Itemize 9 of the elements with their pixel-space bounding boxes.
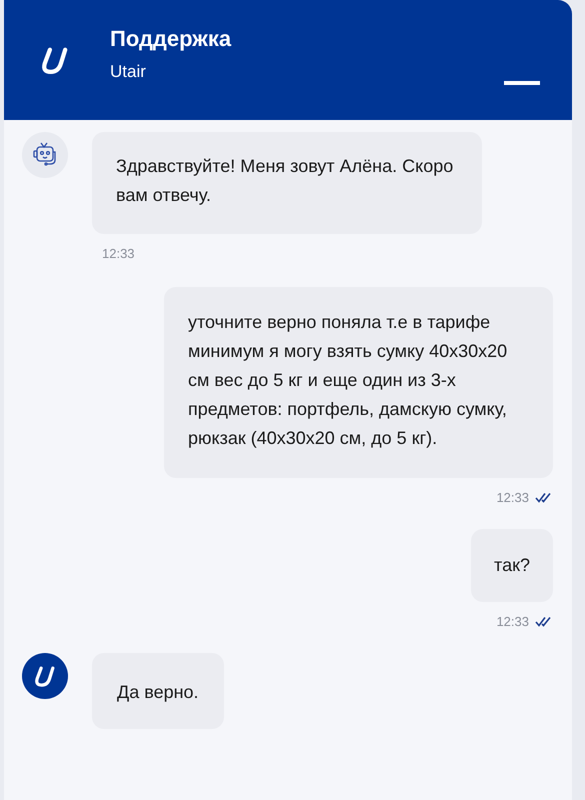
message-bubble: так? xyxy=(471,529,553,602)
message-bubble: уточните верно поняла т.е в тарифе минимум я могу взять сумку 40х30х20 см вес до 5 кг и еще один из 3-х предметов: портфель, дамскую сумку, рюкзак (40х30х20 см, до 5 кг). xyxy=(164,287,553,478)
message-time: 12:33 xyxy=(496,490,529,505)
message-time: 12:33 xyxy=(102,246,135,261)
message-bubble: Да верно. xyxy=(92,653,224,729)
chat-title: Поддержка xyxy=(110,26,232,52)
message-time: 12:33 xyxy=(496,614,529,629)
message-bubble: Здравствуйте! Меня зовут Алёна. Скоро вам отвечу. xyxy=(92,132,482,234)
chat-subtitle: Utair xyxy=(110,62,147,82)
